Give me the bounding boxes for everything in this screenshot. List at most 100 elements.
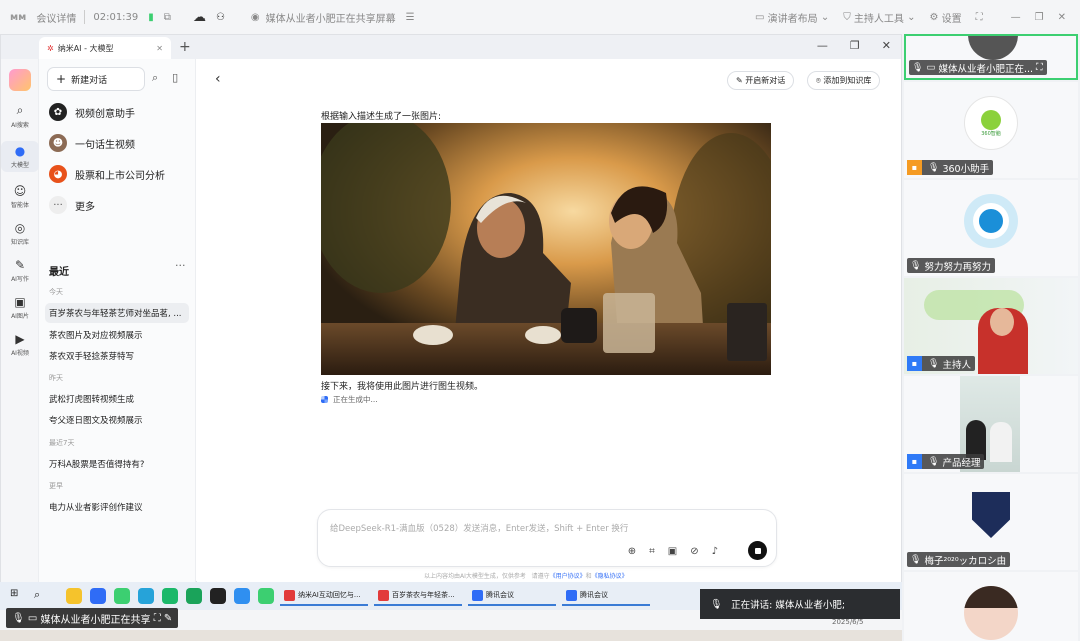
send-button[interactable] [748,541,767,560]
rail-item-search[interactable]: ⌕ AI搜索 [1,103,39,129]
screen-icon: ▭ [926,62,936,73]
rail-label: 知识库 [10,239,29,246]
popout-icon[interactable]: ⧉ [164,12,171,23]
image-upload-icon[interactable]: ▣ [668,546,677,557]
participant-tile[interactable]: 🎙 努力努力再努力 [904,180,1078,276]
sidebar-toggle-icon[interactable]: ▯ [172,71,178,85]
restore-icon[interactable]: ❐ [1035,12,1044,23]
rail-item-image[interactable]: ▣ AI图片 [1,295,39,320]
rail-label: AI图片 [11,313,29,320]
new-tab-icon[interactable]: + [179,39,191,55]
stop-icon [754,547,761,554]
taskbar-app[interactable]: 腾讯会议 [562,586,650,606]
taskbar-app[interactable]: 纳米AI互动回忆与... [280,586,368,606]
share-menu-icon[interactable]: ☰ [406,12,415,23]
back-arrow-icon[interactable]: ‹ [215,71,221,87]
web-search-icon[interactable]: ⊕ [628,546,636,557]
app-icon [284,589,295,601]
speaker-layout-button[interactable]: ▭ 演讲者布局 ⌄ [755,10,829,25]
participant-tag: 🎙 努力努力再努力 [907,258,995,273]
app-icon-3[interactable] [138,588,154,604]
participant-tile[interactable]: 360智脑 ▪ 🎙 360小助手 [904,82,1078,178]
meeting-timer: 02:01:39 [93,11,139,23]
pen-icon: ✎ [14,258,26,272]
app-icon-8[interactable] [258,588,274,604]
generated-image[interactable] [321,123,771,375]
app-icon-7[interactable] [234,588,250,604]
add-to-knowledge-button[interactable]: ⌾ 添加到知识库 [807,71,881,90]
speaking-indicator: 🎙 正在讲话: 媒体从业者小肥; [700,589,900,619]
knowledge-icon: ◎ [14,221,26,235]
history-item[interactable]: 茶农图片及对应视频展示 [45,325,189,345]
user-avatar[interactable] [8,69,31,91]
new-conversation-button[interactable]: ✎ 开启新对话 [727,71,795,90]
app-icon-5[interactable] [186,588,202,604]
browser-tab[interactable]: ✲ 纳米AI - 大模型 ✕ [39,37,171,59]
participant-tile[interactable]: 🎙 梅子²⁰²⁰ッカロシ由 [904,474,1078,570]
history-item[interactable]: 茶农双手轻捻茶芽特写 [45,346,189,366]
window-minimize-icon[interactable]: — [817,39,828,52]
feature-video-assistant[interactable]: ✿ 视频创意助手 [49,103,135,121]
meeting-details-button[interactable]: 会议详情 [36,10,76,25]
rail-item-knowledge[interactable]: ◎ 知识库 [1,221,39,246]
rail-item-writing[interactable]: ✎ AI写作 [1,258,39,283]
cloud-icon[interactable]: ☁ [193,10,206,25]
fullscreen-icon[interactable]: ⛶ [154,613,161,624]
close-icon[interactable]: ✕ [1058,12,1066,23]
history-item[interactable]: 电力从业者影评创作建议 [45,497,189,517]
disclaimer: 以上内容均由AI大模型生成，仅供参考 请遵守《用户协议》和《隐私协议》 [424,571,628,580]
history-item[interactable]: 万科A股票是否值得持有? [45,454,189,474]
privacy-link[interactable]: 《隐私协议》 [592,573,628,580]
crop-icon[interactable]: ⌗ [649,546,655,557]
start-icon[interactable]: ⊞ [10,588,26,604]
group-label: 最近7天 [49,439,75,447]
app-icon-2[interactable] [90,588,106,604]
app-icon-1[interactable] [66,588,82,604]
feature-stock-analysis[interactable]: ◕ 股票和上市公司分析 [49,165,165,183]
edit-icon[interactable]: ✎ [164,613,172,624]
fullscreen-icon[interactable]: ⛶ [976,12,983,23]
more-options-icon[interactable]: ··· [175,259,186,272]
participant-tile[interactable]: ▪ 🎙 产品经理 [904,376,1078,472]
new-chat-button[interactable]: + 新建对话 [47,67,145,91]
rail-item-video[interactable]: ▶ AI视频 [1,332,39,357]
message-input-box[interactable]: 给DeepSeek-R1-满血版（0528）发送消息，Enter发送，Shift… [317,509,777,567]
sharing-label: 媒体从业者小肥正在共享 [40,614,151,626]
feature-text-to-video[interactable]: ☻ 一句话生视频 [49,134,135,152]
participant-tile[interactable]: ▪ 🎙 主持人 [904,278,1078,374]
rail-item-agent[interactable]: ☺ 智能体 [1,184,39,209]
speaker-layout-label: 演讲者布局 [767,13,818,25]
settings-button[interactable]: ⚙ 设置 [929,10,961,25]
taskbar-app[interactable]: 百岁茶农与年轻茶... [374,586,462,606]
participant-tile[interactable] [904,572,1078,641]
participants-icon[interactable]: ⚇ [216,12,225,23]
minimize-icon[interactable]: — [1011,12,1021,23]
history-item[interactable]: 武松打虎图转视频生成 [45,389,189,409]
mic-icon: 🎙 [928,358,940,369]
mic-muted-icon: 🎙 [928,162,940,173]
tab-close-icon[interactable]: ✕ [156,44,163,53]
microphone-icon[interactable]: ♪ [712,546,718,557]
taskbar-app[interactable]: 腾讯会议 [468,586,556,606]
app-icon-4[interactable] [162,588,178,604]
app-icon-6[interactable] [210,588,226,604]
attach-icon[interactable]: ⊘ [690,546,698,557]
participant-avatar [964,194,1018,248]
window-close-icon[interactable]: ✕ [882,39,891,52]
host-tools-button[interactable]: ⛉ 主持人工具 ⌄ [843,10,915,25]
window-restore-icon[interactable]: ❐ [850,39,860,52]
edge-icon[interactable] [114,588,130,604]
participant-tile[interactable]: 🎙 ▭ 媒体从业者小肥正在... ⛶ [904,34,1078,80]
taskbar-date: 2025/6/5 [832,618,864,626]
search-icon[interactable]: ⌕ [152,71,158,85]
squirrel-icon: ✿ [49,103,67,121]
avatar-caption: 360智脑 [981,130,1001,137]
group-label: 今天 [49,288,63,296]
search-icon[interactable]: ⌕ [34,588,50,604]
history-item[interactable]: 百岁茶农与年轻茶艺师对坐品茗, ... [45,303,189,323]
rail-item-model[interactable]: ● 大模型 [1,141,39,172]
feature-more[interactable]: ··· 更多 [49,196,95,214]
pin-icon: ⌾ [816,75,821,85]
user-agreement-link[interactable]: 《用户协议》 [550,573,586,580]
history-item[interactable]: 夸父逐日图文及视频展示 [45,410,189,430]
